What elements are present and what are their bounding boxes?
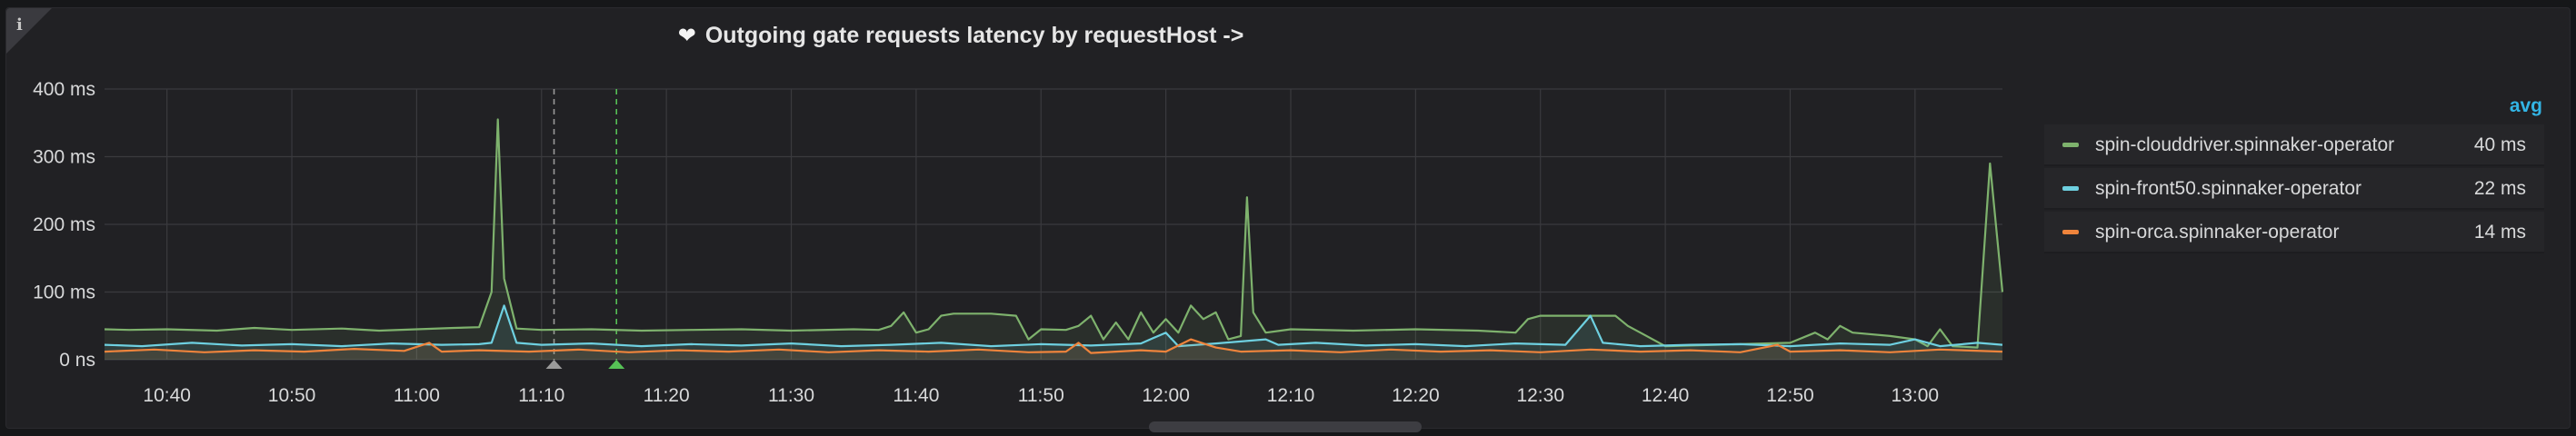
y-tick-label: 300 ms	[33, 147, 95, 168]
plot-area[interactable]: 0 ns100 ms200 ms300 ms400 ms 10:40 10:50 1…	[6, 8, 2042, 408]
legend-series-name[interactable]: spin-clouddriver.spinnaker-operator	[2095, 134, 2394, 156]
x-tick-label: 10:40	[143, 385, 191, 406]
grid	[105, 88, 2002, 361]
legend-item[interactable]: spin-front50.spinnaker-operator 22 ms	[2044, 168, 2544, 210]
x-tick-label: 11:20	[644, 385, 690, 406]
y-tick-label: 400 ms	[33, 79, 95, 100]
x-tick-label: 11:40	[893, 385, 939, 406]
x-tick-label: 10:50	[268, 385, 316, 406]
series-line	[104, 118, 2004, 349]
x-tick-label: 11:10	[518, 385, 564, 406]
y-tick-label: 0 ns	[59, 350, 95, 371]
legend-series-avg: 40 ms	[2473, 134, 2526, 155]
legend-series-name[interactable]: spin-front50.spinnaker-operator	[2095, 178, 2361, 200]
legend-swatch[interactable]	[2062, 143, 2079, 147]
annotation-marker	[608, 360, 625, 369]
graph-panel: i ❤ Outgoing gate requests latency by req…	[5, 7, 2571, 429]
legend-header-avg[interactable]: avg	[2510, 95, 2542, 117]
legend-swatch[interactable]	[2062, 230, 2079, 234]
series-lines	[104, 118, 2004, 360]
x-tick-label: 12:40	[1642, 385, 1690, 406]
legend-series-name[interactable]: spin-orca.spinnaker-operator	[2095, 222, 2339, 243]
series-area	[105, 119, 2002, 360]
y-tick-label: 100 ms	[33, 282, 95, 303]
y-axis: 0 ns 100 ms 200 ms 300 ms 400 ms	[33, 79, 95, 371]
x-tick-label: 11:00	[394, 385, 440, 406]
x-tick-label: 11:30	[768, 385, 814, 406]
legend-series-avg: 22 ms	[2473, 178, 2526, 199]
legend-series-avg: 14 ms	[2473, 222, 2526, 243]
x-tick-label: 12:50	[1766, 385, 1814, 406]
x-tick-label: 12:00	[1142, 385, 1190, 406]
x-tick-label: 11:50	[1018, 385, 1064, 406]
x-tick-label: 12:10	[1267, 385, 1315, 406]
annotations	[545, 89, 625, 369]
x-tick-label: 13:00	[1892, 385, 1940, 406]
legend-item[interactable]: spin-clouddriver.spinnaker-operator 40 m…	[2044, 124, 2544, 166]
y-tick-label: 200 ms	[33, 214, 95, 235]
x-axis: 10:40 10:50 11:00 11:10 11:20 11:30 11:40 11:50…	[143, 385, 1939, 406]
x-tick-label: 12:30	[1516, 385, 1564, 406]
x-tick-label: 12:20	[1392, 385, 1440, 406]
legend-item[interactable]: spin-orca.spinnaker-operator 14 ms	[2044, 212, 2544, 253]
panel-resize-handle[interactable]	[1149, 421, 1422, 432]
annotation-marker	[545, 360, 563, 369]
legend-swatch[interactable]	[2062, 186, 2079, 191]
